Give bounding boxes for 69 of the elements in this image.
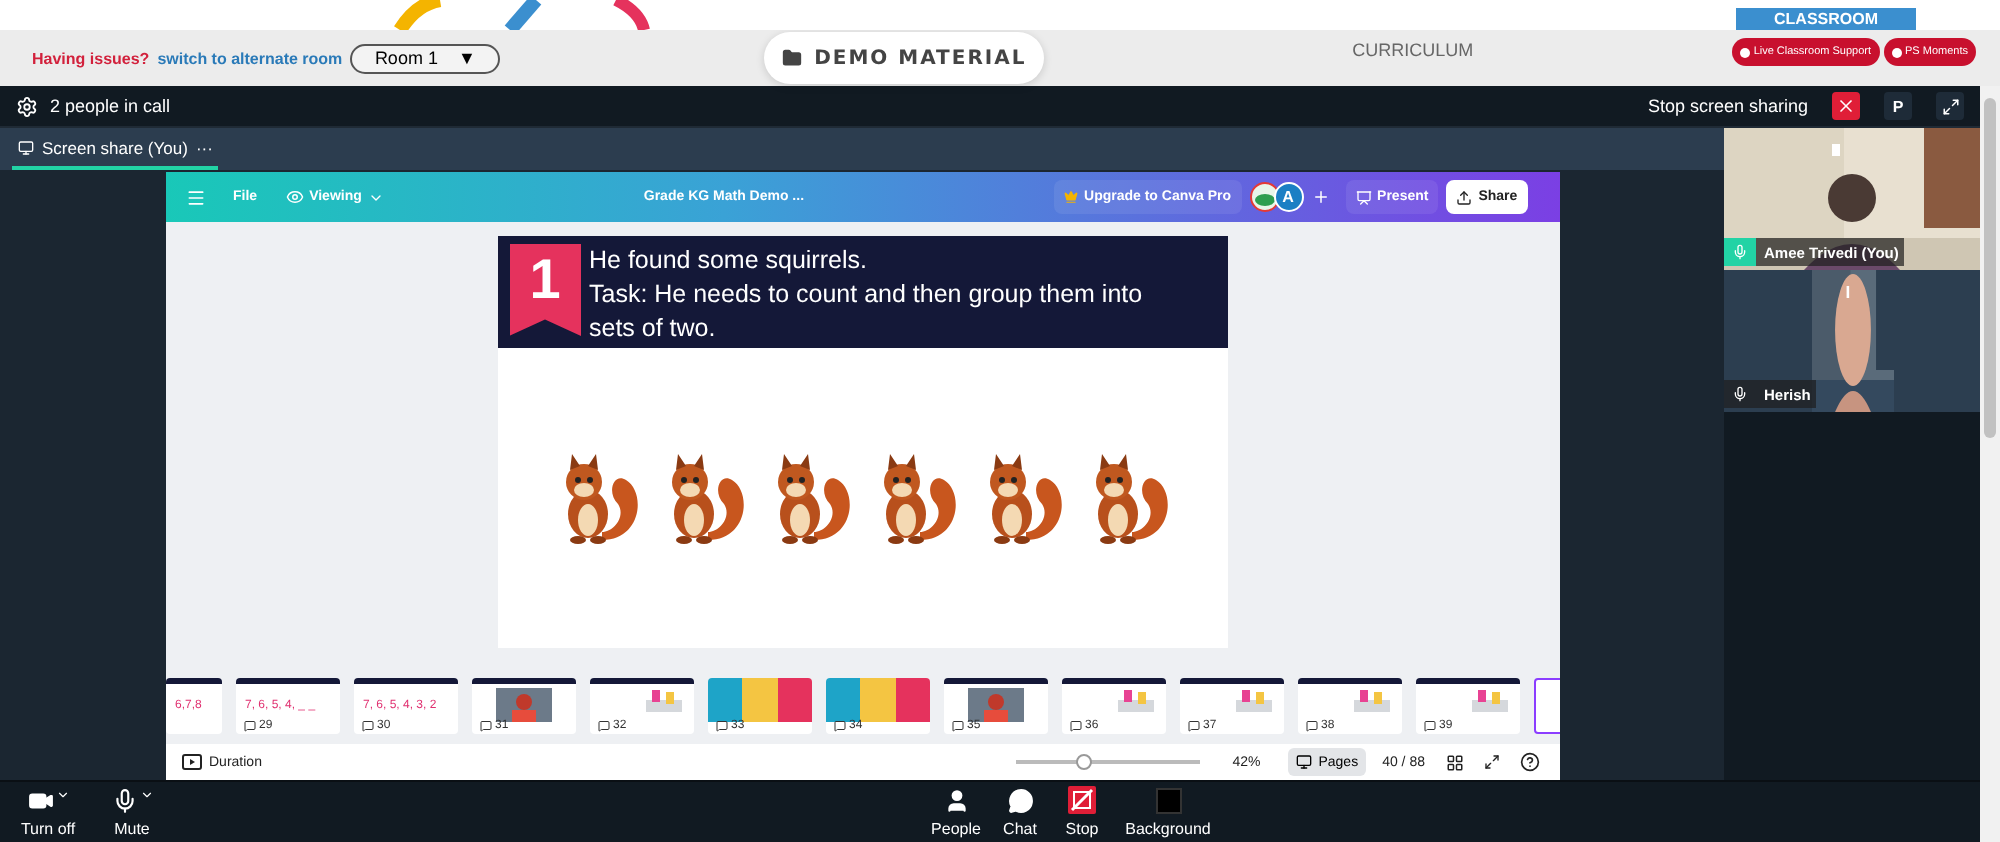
comment-icon <box>361 720 373 732</box>
comment-icon <box>479 720 491 732</box>
participant-button[interactable]: P <box>1884 92 1912 120</box>
person-icon <box>943 788 969 814</box>
pages-icon <box>1296 754 1313 770</box>
call-title: 2 people in call <box>50 96 171 116</box>
room-select[interactable]: Room 1 ▼ <box>350 43 501 73</box>
comment-icon <box>1187 720 1199 732</box>
comment-icon <box>833 720 845 732</box>
issue-prompt: Having issues? <box>32 49 150 67</box>
monitor-icon <box>18 139 34 155</box>
eye-icon <box>285 188 304 206</box>
slide-text: Task: He needs to count and then group them into sets of two. <box>589 278 1145 346</box>
slide-text: He found some squirrels. <box>589 244 869 278</box>
control-button[interactable]: Background <box>1118 788 1218 838</box>
stop-sharing-label: Stop screen sharing <box>1647 96 1808 116</box>
help-icon[interactable] <box>1519 752 1539 772</box>
avatar-picture-icon <box>1249 182 1280 212</box>
comment-icon <box>1305 720 1317 732</box>
fullscreen-icon[interactable] <box>1483 754 1499 770</box>
demo-material-button[interactable]: DEMO MATERIAL <box>764 32 1045 84</box>
diagram-drawing <box>1113 688 1157 716</box>
diagram-drawing <box>1231 688 1275 716</box>
add-icon[interactable] <box>1311 188 1330 206</box>
chat-icon <box>1007 788 1033 814</box>
control-button[interactable]: People <box>926 788 986 838</box>
scrollbar[interactable] <box>1980 86 2000 842</box>
tiles-drawing <box>825 678 929 722</box>
control-button[interactable]: Chat <box>990 788 1050 838</box>
background-icon <box>1155 788 1181 814</box>
user-avatar[interactable]: A <box>1273 182 1304 212</box>
curriculum-link[interactable]: CURRICULUM <box>1352 40 1474 60</box>
share-icon <box>1456 189 1473 205</box>
slide-thumbnail[interactable] <box>1533 678 1559 734</box>
diagram-drawing <box>1349 688 1393 716</box>
room-value: Room 1 <box>374 48 438 68</box>
comment-icon <box>243 720 255 732</box>
diagram-drawing <box>641 688 685 716</box>
diagram-drawing <box>1467 688 1511 716</box>
duration-icon <box>181 754 201 770</box>
fullscreen-button[interactable] <box>1936 92 1964 120</box>
grid-icon[interactable] <box>1445 753 1463 771</box>
caret-icon: ▼ <box>457 48 476 68</box>
crown-icon <box>1064 190 1079 204</box>
expand-icon <box>1941 97 1959 115</box>
comment-icon <box>951 720 963 732</box>
caret-icon[interactable] <box>139 788 153 802</box>
caret-icon[interactable] <box>55 788 69 802</box>
camera-icon <box>27 788 53 814</box>
folder-icon <box>782 48 803 68</box>
close-icon <box>1836 96 1856 116</box>
more-button[interactable]: ··· <box>195 137 213 157</box>
close-button[interactable] <box>1832 92 1860 120</box>
comment-icon <box>1069 720 1081 732</box>
stop-share-icon <box>1068 786 1096 814</box>
control-button[interactable]: Mute <box>92 788 172 838</box>
number-ribbon: 1 <box>509 244 581 336</box>
tab-label: Screen share (You) <box>42 137 188 157</box>
switch-room-link[interactable]: switch to alternate room <box>157 49 343 67</box>
settings-icon[interactable] <box>16 95 38 117</box>
comment-icon <box>715 720 727 732</box>
tiles-drawing <box>707 678 811 722</box>
comment-icon <box>1423 720 1435 732</box>
comment-icon <box>597 720 609 732</box>
present-icon <box>1355 189 1372 205</box>
mic-icon <box>111 788 137 814</box>
mic-icon <box>1732 386 1748 402</box>
control-button[interactable]: Stop <box>1052 786 1112 838</box>
control-button[interactable]: Turn off <box>8 788 88 838</box>
